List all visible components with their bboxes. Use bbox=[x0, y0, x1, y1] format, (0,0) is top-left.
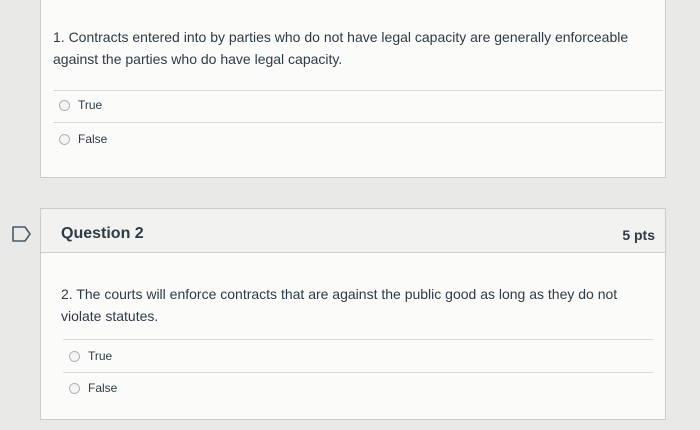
q2-answer-true-label: True bbox=[88, 349, 113, 363]
answer-divider bbox=[53, 90, 663, 91]
radio-button-icon[interactable] bbox=[69, 350, 80, 362]
question-2-points: 5 pts bbox=[622, 227, 655, 243]
question-2-title: Question 2 bbox=[61, 225, 144, 242]
q1-answer-false[interactable]: False bbox=[59, 132, 107, 146]
q1-answer-true[interactable]: True bbox=[59, 98, 102, 112]
answer-divider bbox=[53, 122, 663, 123]
question-2-card: Question 2 5 pts 2. The courts will enfo… bbox=[40, 208, 666, 420]
radio-button-icon[interactable] bbox=[59, 133, 70, 145]
radio-button-icon[interactable] bbox=[69, 382, 80, 394]
question-1-card: 1. Contracts entered into by parties who… bbox=[40, 0, 666, 178]
radio-button-icon[interactable] bbox=[59, 99, 70, 111]
answer-divider bbox=[63, 372, 653, 373]
q2-answer-false[interactable]: False bbox=[69, 381, 117, 395]
question-2-header: Question 2 5 pts bbox=[41, 209, 665, 253]
question-1-text: 1. Contracts entered into by parties who… bbox=[53, 29, 629, 67]
q1-answer-true-label: True bbox=[78, 98, 103, 112]
q2-answer-true[interactable]: True bbox=[69, 349, 112, 363]
answer-divider bbox=[63, 339, 653, 340]
question-2-text: 2. The courts will enforce contracts tha… bbox=[61, 286, 618, 324]
q1-answer-false-label: False bbox=[78, 132, 108, 146]
flag-question-icon[interactable] bbox=[12, 226, 32, 242]
q2-answer-false-label: False bbox=[88, 381, 118, 395]
